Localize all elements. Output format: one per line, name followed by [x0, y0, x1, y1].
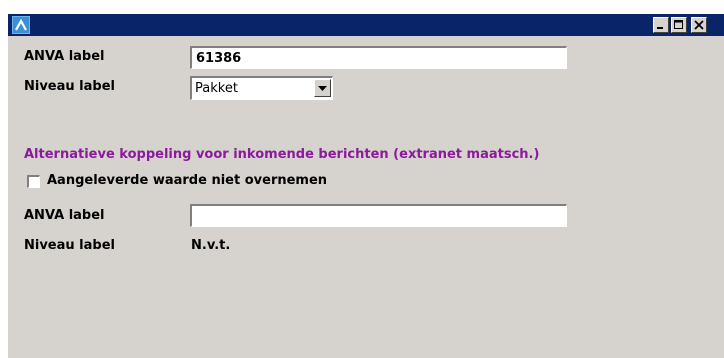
niveau-label-select[interactable]: Pakket: [190, 76, 333, 100]
alt-niveau-label-caption: Niveau label: [24, 238, 115, 253]
close-button[interactable]: [691, 17, 707, 33]
alt-anva-label-input[interactable]: [190, 204, 567, 227]
overwrite-checkbox[interactable]: [27, 175, 40, 188]
maximize-icon: [674, 20, 683, 29]
anva-label-caption: ANVA label: [24, 49, 105, 64]
close-icon: [694, 20, 704, 30]
niveau-label-caption: Niveau label: [24, 79, 115, 94]
minimize-button[interactable]: [653, 17, 669, 33]
alt-niveau-label-value: N.v.t.: [191, 238, 231, 253]
maximize-button[interactable]: [671, 17, 687, 33]
app-logo-icon[interactable]: [12, 16, 30, 34]
anva-label-input[interactable]: [190, 46, 567, 69]
app-window: ANVA label Niveau label Pakket Alternati…: [8, 14, 724, 358]
niveau-label-selected-value: Pakket: [195, 81, 238, 96]
checkbox-label[interactable]: Aangeleverde waarde niet overnemen: [47, 173, 327, 188]
title-bar[interactable]: [8, 14, 724, 36]
dropdown-button[interactable]: [314, 79, 331, 97]
minimize-icon: [657, 27, 663, 29]
chevron-down-icon: [318, 86, 327, 91]
alt-anva-label-caption: ANVA label: [24, 208, 105, 223]
section-heading: Alternatieve koppeling voor inkomende be…: [24, 147, 540, 162]
